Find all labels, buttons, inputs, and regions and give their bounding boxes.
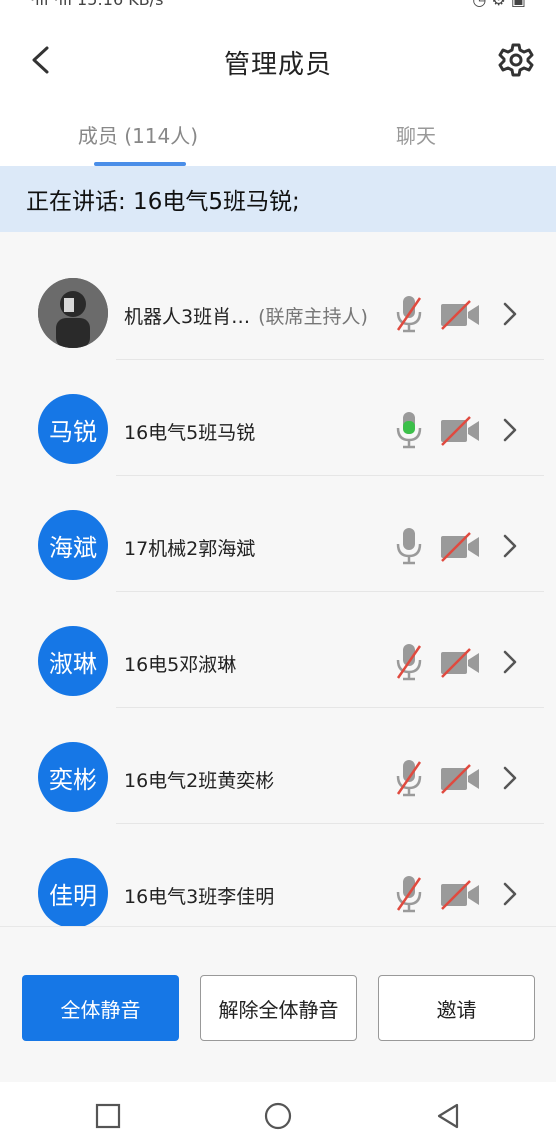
member-row[interactable]: 淑琳 16电5邓淑琳 bbox=[0, 592, 556, 708]
tab-members[interactable]: 成员 (114人) bbox=[60, 108, 216, 166]
mic-muted-icon[interactable] bbox=[394, 294, 424, 334]
camera-off-icon[interactable] bbox=[440, 648, 480, 678]
system-nav-bar bbox=[0, 1082, 556, 1148]
camera-off-icon[interactable] bbox=[440, 300, 480, 330]
member-row[interactable]: 奕彬 16电气2班黄奕彬 bbox=[0, 708, 556, 824]
header: 管理成员 bbox=[0, 26, 556, 96]
mic-muted-icon[interactable] bbox=[394, 758, 424, 798]
mic-muted-icon[interactable] bbox=[394, 874, 424, 914]
tab-chat[interactable]: 聊天 bbox=[338, 108, 494, 166]
member-row[interactable]: 海斌 17机械2郭海斌 bbox=[0, 476, 556, 592]
avatar: 佳明 bbox=[38, 858, 108, 926]
status-left: ·ıll ·ıll 15:16 KB/s bbox=[30, 0, 163, 9]
camera-off-icon[interactable] bbox=[440, 532, 480, 562]
recent-apps-button[interactable] bbox=[90, 1098, 126, 1134]
circle-icon bbox=[264, 1102, 292, 1130]
bottom-action-bar: 全体静音 解除全体静音 邀请 bbox=[0, 926, 556, 1082]
triangle-back-icon bbox=[437, 1103, 459, 1129]
member-role: (联席主持人) bbox=[258, 306, 368, 328]
avatar: 奕彬 bbox=[38, 742, 108, 812]
page-title: 管理成员 bbox=[223, 50, 332, 80]
unmute-all-button[interactable]: 解除全体静音 bbox=[200, 975, 357, 1041]
tab-bar: 成员 (114人) 聊天 bbox=[0, 108, 556, 166]
system-back-button[interactable] bbox=[430, 1098, 466, 1134]
chevron-right-icon[interactable] bbox=[498, 764, 522, 792]
camera-off-icon[interactable] bbox=[440, 416, 480, 446]
chevron-right-icon[interactable] bbox=[498, 648, 522, 676]
camera-off-icon[interactable] bbox=[440, 764, 480, 794]
home-button[interactable] bbox=[260, 1098, 296, 1134]
settings-button[interactable] bbox=[494, 38, 538, 82]
member-name: 17机械2郭海斌 bbox=[124, 538, 256, 560]
member-row[interactable]: 佳明 16电气3班李佳明 bbox=[0, 824, 556, 926]
member-name: 16电5邓淑琳 bbox=[124, 654, 237, 676]
status-bar: ·ıll ·ıll 15:16 KB/s ◷ ⚙ ▣ bbox=[0, 0, 556, 10]
chevron-right-icon[interactable] bbox=[498, 880, 522, 908]
member-name: 16电气5班马锐 bbox=[124, 422, 256, 444]
member-name: 16电气2班黄奕彬 bbox=[124, 770, 275, 792]
gear-icon bbox=[498, 43, 534, 77]
mic-muted-icon[interactable] bbox=[394, 642, 424, 682]
profile-photo-icon bbox=[38, 278, 108, 348]
mic-speaking-icon[interactable] bbox=[394, 410, 424, 450]
mic-on-icon[interactable] bbox=[394, 526, 424, 566]
camera-off-icon[interactable] bbox=[440, 880, 480, 910]
member-row[interactable]: 机器人3班肖… (联席主持人) bbox=[0, 244, 556, 360]
member-name: 16电气3班李佳明 bbox=[124, 886, 275, 908]
member-name-row: 机器人3班肖… (联席主持人) bbox=[124, 302, 368, 329]
speaking-banner: 正在讲话: 16电气5班马锐; bbox=[0, 166, 556, 232]
avatar: 海斌 bbox=[38, 510, 108, 580]
member-list: 机器人3班肖… (联席主持人) 马锐 16电气5班马锐 海斌 17机械2郭海斌 … bbox=[0, 232, 556, 926]
member-row[interactable]: 马锐 16电气5班马锐 bbox=[0, 360, 556, 476]
avatar: 淑琳 bbox=[38, 626, 108, 696]
avatar bbox=[38, 278, 108, 348]
mute-all-button[interactable]: 全体静音 bbox=[22, 975, 179, 1041]
chevron-right-icon[interactable] bbox=[498, 416, 522, 444]
square-icon bbox=[95, 1103, 121, 1129]
invite-button[interactable]: 邀请 bbox=[378, 975, 535, 1041]
chevron-right-icon[interactable] bbox=[498, 300, 522, 328]
status-right: ◷ ⚙ ▣ bbox=[472, 0, 526, 9]
avatar: 马锐 bbox=[38, 394, 108, 464]
chevron-right-icon[interactable] bbox=[498, 532, 522, 560]
member-name: 机器人3班肖… bbox=[124, 306, 251, 328]
